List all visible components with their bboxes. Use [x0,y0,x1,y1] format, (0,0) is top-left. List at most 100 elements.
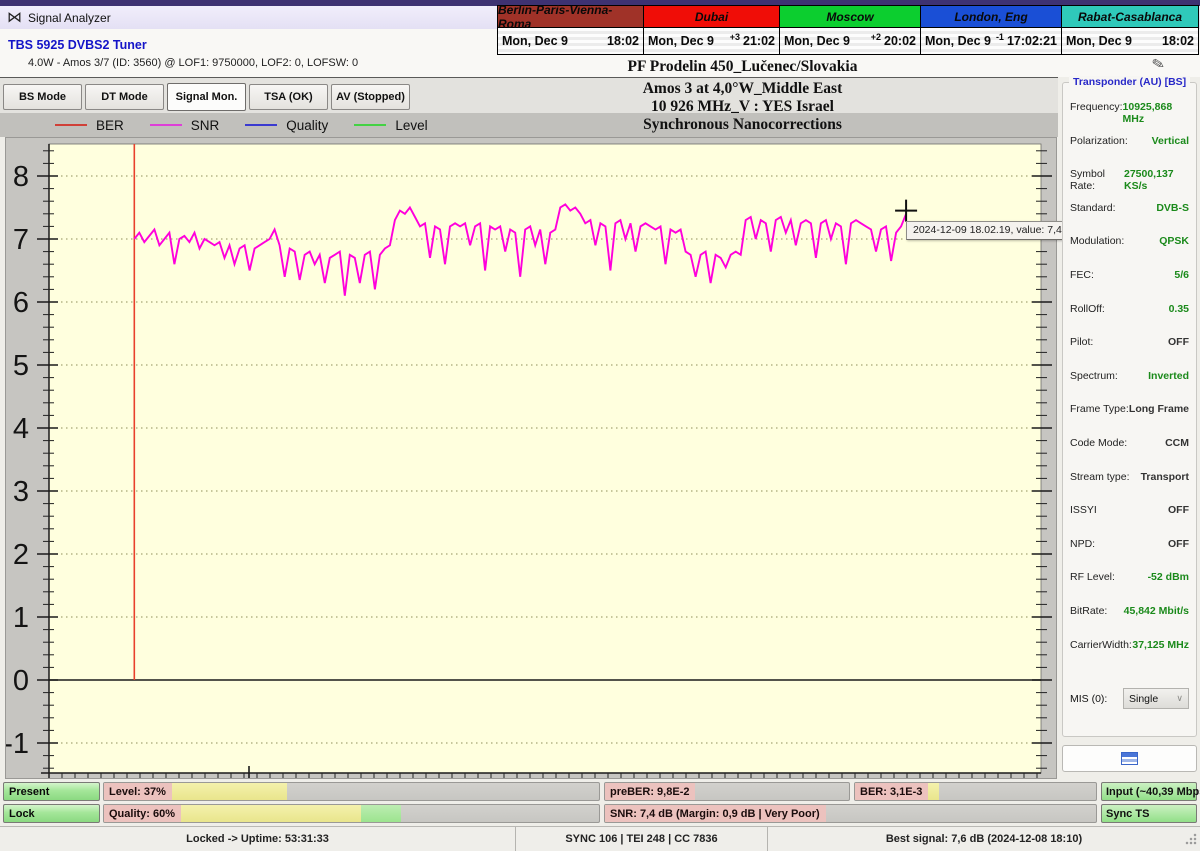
legend-label: BER [96,118,124,133]
tab-signal-mon-[interactable]: Signal Mon. [167,83,246,111]
legend-line-swatch [150,124,182,126]
clock-city-label: Berlin-Paris-Vienna-Roma [498,6,643,28]
svg-text:8: 8 [13,161,29,193]
level-bar: Level: 37% [103,782,600,801]
resize-grip[interactable] [1184,832,1198,846]
svg-text:4: 4 [13,413,29,445]
legend-label: Level [395,118,427,133]
clock-time-row: Mon, Dec 9+220:02 [780,28,920,54]
transponder-row: NPD:OFF [1070,538,1189,572]
mis-dropdown[interactable]: Single∨ [1123,688,1189,709]
legend-item-snr: SNR [150,118,220,133]
clock-city-label: London, Eng [921,6,1061,28]
bar-label: Level: 37% [104,783,172,800]
tuner-details: 4.0W - Amos 3/7 (ID: 3560) @ LOF1: 97500… [28,57,358,69]
clock-time-row: Mon, Dec 9+321:02 [644,28,779,54]
signal-analyzer-app-icon: ⋈ [7,10,22,25]
legend-item-quality: Quality [245,118,328,133]
tuner-name: TBS 5925 DVBS2 Tuner [8,38,147,52]
clock-city-label: Moscow [780,6,920,28]
status-sync-counters: SYNC 106 | TEI 248 | CC 7836 [516,827,768,851]
status-bar: Locked -> Uptime: 53:31:33 SYNC 106 | TE… [0,826,1200,851]
clock-city-label: Dubai [644,6,779,28]
input-indicator: Input (~40,39 Mbps) [1101,782,1197,801]
bar-green-fill [361,805,401,822]
table-icon [1121,752,1138,765]
status-best-signal: Best signal: 7,6 dB (2024-12-08 18:10) [768,827,1200,851]
tab-tsa-ok-[interactable]: TSA (OK) [249,84,328,110]
world-clocks: Berlin-Paris-Vienna-RomaMon, Dec 918:02D… [497,5,1199,55]
legend-label: Quality [286,118,328,133]
clock-time-row: Mon, Dec 918:02 [498,28,643,54]
clock-time-row: Mon, Dec 918:02 [1062,28,1198,54]
mode-tabs: BS ModeDT ModeSignal Mon.TSA (OK)AV (Sto… [3,84,413,111]
header-line-2: Amos 3 at 4,0°W_Middle East [430,80,1055,98]
legend-label: SNR [191,118,220,133]
tab-av-stopped-[interactable]: AV (Stopped) [331,84,410,110]
chart-legend: BER SNR Quality Level [5,113,1057,137]
mis-row: MIS (0):Single∨ [1070,688,1189,709]
transponder-row: RF Level:-52 dBm [1070,571,1189,605]
ber-bar: BER: 3,1E-3 [854,782,1097,801]
lock-indicator[interactable]: Lock [3,804,100,823]
transponder-row: CarrierWidth:37,125 MHz [1070,639,1189,673]
utc-offset: +3 [730,32,740,42]
clock-rabat-casablanca: Rabat-CasablancaMon, Dec 918:02 [1062,5,1199,55]
bar-label: Quality: 60% [104,805,181,822]
legend-line-swatch [245,124,277,126]
svg-text:0: 0 [13,665,29,697]
chevron-down-icon: ∨ [1176,693,1183,704]
bar-label: preBER: 9,8E-2 [605,783,695,800]
clock-dubai: DubaiMon, Dec 9+321:02 [644,5,780,55]
clock-moscow: MoscowMon, Dec 9+220:02 [780,5,921,55]
svg-text:2: 2 [13,539,29,571]
bar-label: BER: 3,1E-3 [855,783,928,800]
transponder-row: Frame Type:Long Frame [1070,403,1189,437]
transponder-row: Symbol Rate:27500,137 KS/s [1070,168,1189,202]
quality-bar: Quality: 60% [103,804,600,823]
clock-berlin-paris-vienna-roma: Berlin-Paris-Vienna-RomaMon, Dec 918:02 [497,5,644,55]
transponder-row: Frequency:10925,868 MHz [1070,101,1189,135]
transponder-row: FEC:5/6 [1070,269,1189,303]
present-indicator[interactable]: Present [3,782,100,801]
transponder-row: Stream type:Transport [1070,471,1189,505]
signal-chart[interactable]: -1 0 1 2 3 4 5 6 7 8 [5,137,1057,779]
snr-plot[interactable]: -1 0 1 2 3 4 5 6 7 8 [6,138,1056,778]
legend-line-swatch [354,124,386,126]
sync-ts-indicator: Sync TS [1101,804,1197,823]
transponder-row: Spectrum:Inverted [1070,370,1189,404]
svg-text:6: 6 [13,287,29,319]
transponder-row: Pilot:OFF [1070,336,1189,370]
preber-bar: preBER: 9,8E-2 [604,782,850,801]
tab-dt-mode[interactable]: DT Mode [85,84,164,110]
bar-label: SNR: 7,4 dB (Margin: 0,9 dB | Very Poor) [605,805,826,822]
transponder-row: RollOff:0.35 [1070,303,1189,337]
transponder-action-button[interactable] [1062,745,1197,772]
transponder-row: BitRate:45,842 Mbit/s [1070,605,1189,639]
svg-text:3: 3 [13,476,29,508]
legend-item-ber: BER [55,118,124,133]
transponder-row: Polarization:Vertical [1070,135,1189,169]
legend-item-level: Level [354,118,427,133]
snr-bar: SNR: 7,4 dB (Margin: 0,9 dB | Very Poor) [604,804,1097,823]
window-title: Signal Analyzer [28,11,111,25]
svg-text:7: 7 [13,224,29,256]
svg-text:1: 1 [13,602,29,634]
clock-city-label: Rabat-Casablanca [1062,6,1198,28]
clock-time-row: Mon, Dec 9-117:02:21 [921,28,1061,54]
utc-offset: -1 [996,32,1004,42]
status-lock-uptime: Locked -> Uptime: 53:31:33 [0,827,516,851]
transponder-row: Standard:DVB-S [1070,202,1189,236]
header-line-1: PF Prodelin 450_Lučenec/Slovakia [430,58,1055,76]
transponder-row: Modulation:QPSK [1070,235,1189,269]
clock-london-eng: London, EngMon, Dec 9-117:02:21 [921,5,1062,55]
utc-offset: +2 [871,32,881,42]
transponder-row: Code Mode:CCM [1070,437,1189,471]
svg-text:5: 5 [13,350,29,382]
transponder-panel: Frequency:10925,868 MHzPolarization:Vert… [1062,82,1197,737]
legend-line-swatch [55,124,87,126]
tab-bs-mode[interactable]: BS Mode [3,84,82,110]
transponder-panel-title: Transponder (AU) [BS] [1069,76,1190,88]
svg-text:-1: -1 [6,728,29,760]
transponder-row: ISSYIOFF [1070,504,1189,538]
